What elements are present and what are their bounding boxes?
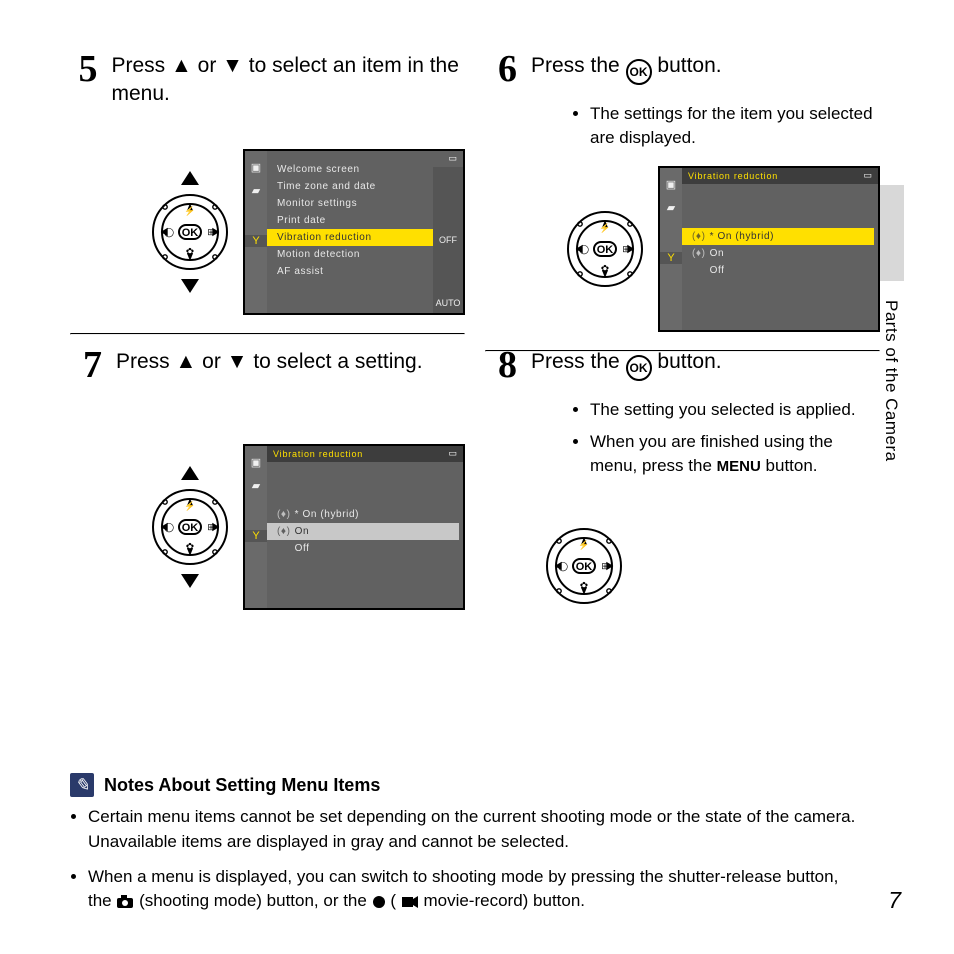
battery-icon: ▭ [863,170,872,181]
camera-icon: ▣ [666,178,676,191]
step-5: 5 Press ▲ or ▼ to select an item in the … [70,50,465,109]
camera-icon: ▣ [251,456,261,469]
movie-icon: ▰ [252,184,260,197]
notes-section: ✎ Notes About Setting Menu Items Certain… [70,773,864,924]
note-item: Certain menu items cannot be set dependi… [88,805,864,854]
menu-value: AUTO [433,293,463,314]
bullet: The settings for the item you selected a… [590,102,880,150]
multi-selector-dial [566,210,644,288]
camera-icon: ▣ [251,161,261,174]
menu-item: AF assist [267,263,433,280]
t: Press [111,54,171,77]
divider [70,333,465,335]
menu-item: (♦)* On (hybrid) [682,228,874,245]
up-triangle-icon: ▲ [176,350,197,373]
step-7: 7 Press ▲ or ▼ to select a setting. [70,346,465,384]
step-8-bullets: The setting you selected is applied. Whe… [535,398,880,477]
step-number: 7 [70,346,102,384]
menu-value [433,209,463,230]
lcd-vr-menu: ▣ ▰ Y Vibration reduction ▭ (♦)* On (hyb… [658,166,880,332]
multi-selector-dial [545,527,623,605]
t: Press the [531,54,626,77]
wrench-icon: Y [245,530,267,542]
t: button. [766,456,818,475]
movie-icon: ▰ [667,201,675,214]
up-triangle-icon: ▲ [171,54,192,77]
menu-item: Welcome screen [267,161,433,178]
t: Press the [531,350,626,373]
record-dot-icon [372,895,386,909]
step-number: 8 [485,346,517,384]
menu-value [433,167,463,188]
wrench-icon: Y [245,235,267,247]
notes-heading: Notes About Setting Menu Items [104,775,380,796]
menu-item: Motion detection [267,246,433,263]
arrow-down-icon [181,574,199,588]
menu-item: Monitor settings [267,195,433,212]
t: to select a setting. [253,350,422,373]
bullet: The setting you selected is applied. [590,398,880,422]
menu-item: (♦)Off [682,262,874,279]
step-6-bullets: The settings for the item you selected a… [535,102,880,150]
bullet: When you are finished using the menu, pr… [590,430,880,478]
lcd-vr-menu: ▣ ▰ Y Vibration reduction ▭ (♦)* On (hyb… [243,444,465,610]
t: movie-record) button. [423,891,585,910]
step-text: Press ▲ or ▼ to select an item in the me… [111,52,465,109]
arrow-up-icon [181,466,199,480]
t: or [198,54,223,77]
section-label: Parts of the Camera [881,300,901,462]
t: Press [116,350,176,373]
movie-record-icon [401,895,419,909]
lcd-setup-menu: ▣ ▰ Y ▭ Welcome screenTime zone and date… [243,149,465,315]
step-text: Press the OK button. [531,52,722,88]
multi-selector-dial [151,488,229,566]
ok-button-icon: OK [626,59,652,85]
menu-value [433,251,463,272]
note-badge-icon: ✎ [70,773,94,797]
lcd-title: Vibration reduction [682,168,878,184]
multi-selector-dial [151,193,229,271]
step-number: 6 [485,50,517,88]
lcd-title: Vibration reduction [267,446,463,462]
t: button. [657,54,721,77]
t: button. [657,350,721,373]
menu-item: Time zone and date [267,178,433,195]
step-number: 5 [70,50,97,109]
down-triangle-icon: ▼ [227,350,248,373]
menu-item: Print date [267,212,433,229]
step-text: Press the OK button. [531,348,722,384]
page-number: 7 [888,887,901,914]
movie-icon: ▰ [252,479,260,492]
down-triangle-icon: ▼ [222,54,243,77]
note-item: When a menu is displayed, you can switch… [88,865,864,914]
wrench-icon: Y [660,252,682,264]
battery-icon: ▭ [448,448,457,459]
menu-item: Vibration reduction [267,229,433,246]
menu-item: (♦)On [267,523,459,540]
step-text: Press ▲ or ▼ to select a setting. [116,348,423,384]
arrow-up-icon [181,171,199,185]
menu-value [433,272,463,293]
battery-icon: ▭ [448,153,457,164]
menu-value [433,188,463,209]
menu-button-label: MENU [717,458,761,475]
t: or [202,350,227,373]
menu-value: OFF [433,230,463,251]
t: (shooting mode) button, or the [139,891,371,910]
menu-item: (♦)On [682,245,874,262]
menu-item: (♦)Off [267,540,459,557]
camera-mode-icon [116,895,134,909]
menu-item: (♦)* On (hybrid) [267,506,459,523]
ok-button-icon: OK [626,355,652,381]
step-8: 8 Press the OK button. [485,346,880,384]
step-6: 6 Press the OK button. [485,50,880,88]
arrow-down-icon [181,279,199,293]
t: ( [390,891,396,910]
